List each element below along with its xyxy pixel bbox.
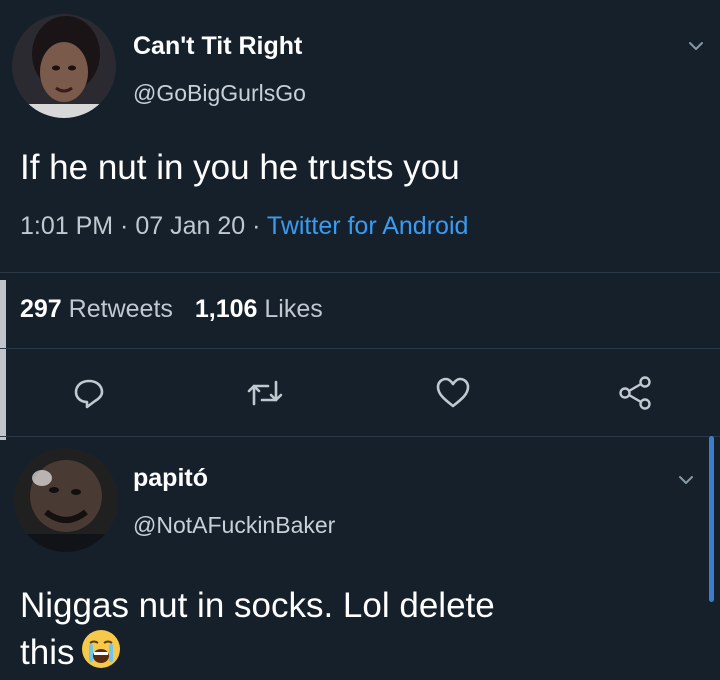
crying-face-emoji: [82, 630, 121, 668]
chevron-down-icon[interactable]: [674, 468, 698, 492]
tweet-text: If he nut in you he trusts you: [20, 148, 460, 187]
retweet-icon[interactable]: [246, 374, 284, 412]
reply-author-handle[interactable]: @NotAFuckinBaker: [133, 512, 335, 539]
reply-text: Niggas nut in socks. Lol delete this: [20, 584, 495, 675]
author-handle[interactable]: @GoBigGurlsGo: [133, 80, 306, 107]
tweet-meta: 1:01 PM · 07 Jan 20 · Twitter for Androi…: [20, 212, 468, 241]
reply-text-line-2: this: [20, 628, 495, 675]
scrollbar[interactable]: [709, 436, 714, 602]
author-avatar[interactable]: [12, 14, 116, 118]
reply-author-name[interactable]: papitó: [133, 464, 208, 493]
author-name[interactable]: Can't Tit Right: [133, 32, 302, 61]
tweet-date[interactable]: 07 Jan 20: [135, 212, 245, 240]
tweet-time: 1:01 PM: [20, 212, 114, 240]
likes-stat[interactable]: 1,106 Likes: [195, 295, 323, 323]
left-edge-bar: [0, 280, 6, 440]
reply-author-avatar[interactable]: [14, 448, 118, 552]
meta-separator: ·: [245, 212, 267, 240]
retweets-count: 297: [20, 295, 62, 323]
reply-text-word: this: [20, 633, 75, 672]
reply-text-line: Niggas nut in socks. Lol delete: [20, 586, 495, 625]
avatar-image: [14, 448, 118, 552]
tweet-stats: 297 Retweets 1,106 Likes: [20, 295, 323, 324]
divider: [0, 436, 720, 437]
share-icon[interactable]: [616, 374, 654, 412]
avatar-image: [12, 14, 116, 118]
divider: [0, 348, 720, 349]
retweets-label: Retweets: [68, 295, 173, 323]
meta-separator: ·: [113, 212, 136, 240]
likes-label: Likes: [264, 295, 323, 323]
divider: [0, 272, 720, 273]
reply-icon[interactable]: [70, 374, 108, 412]
heart-icon[interactable]: [434, 374, 472, 412]
chevron-down-icon[interactable]: [684, 34, 708, 58]
tweet-source-link[interactable]: Twitter for Android: [267, 212, 468, 240]
likes-count: 1,106: [194, 295, 258, 323]
retweets-stat[interactable]: 297 Retweets: [20, 295, 173, 323]
